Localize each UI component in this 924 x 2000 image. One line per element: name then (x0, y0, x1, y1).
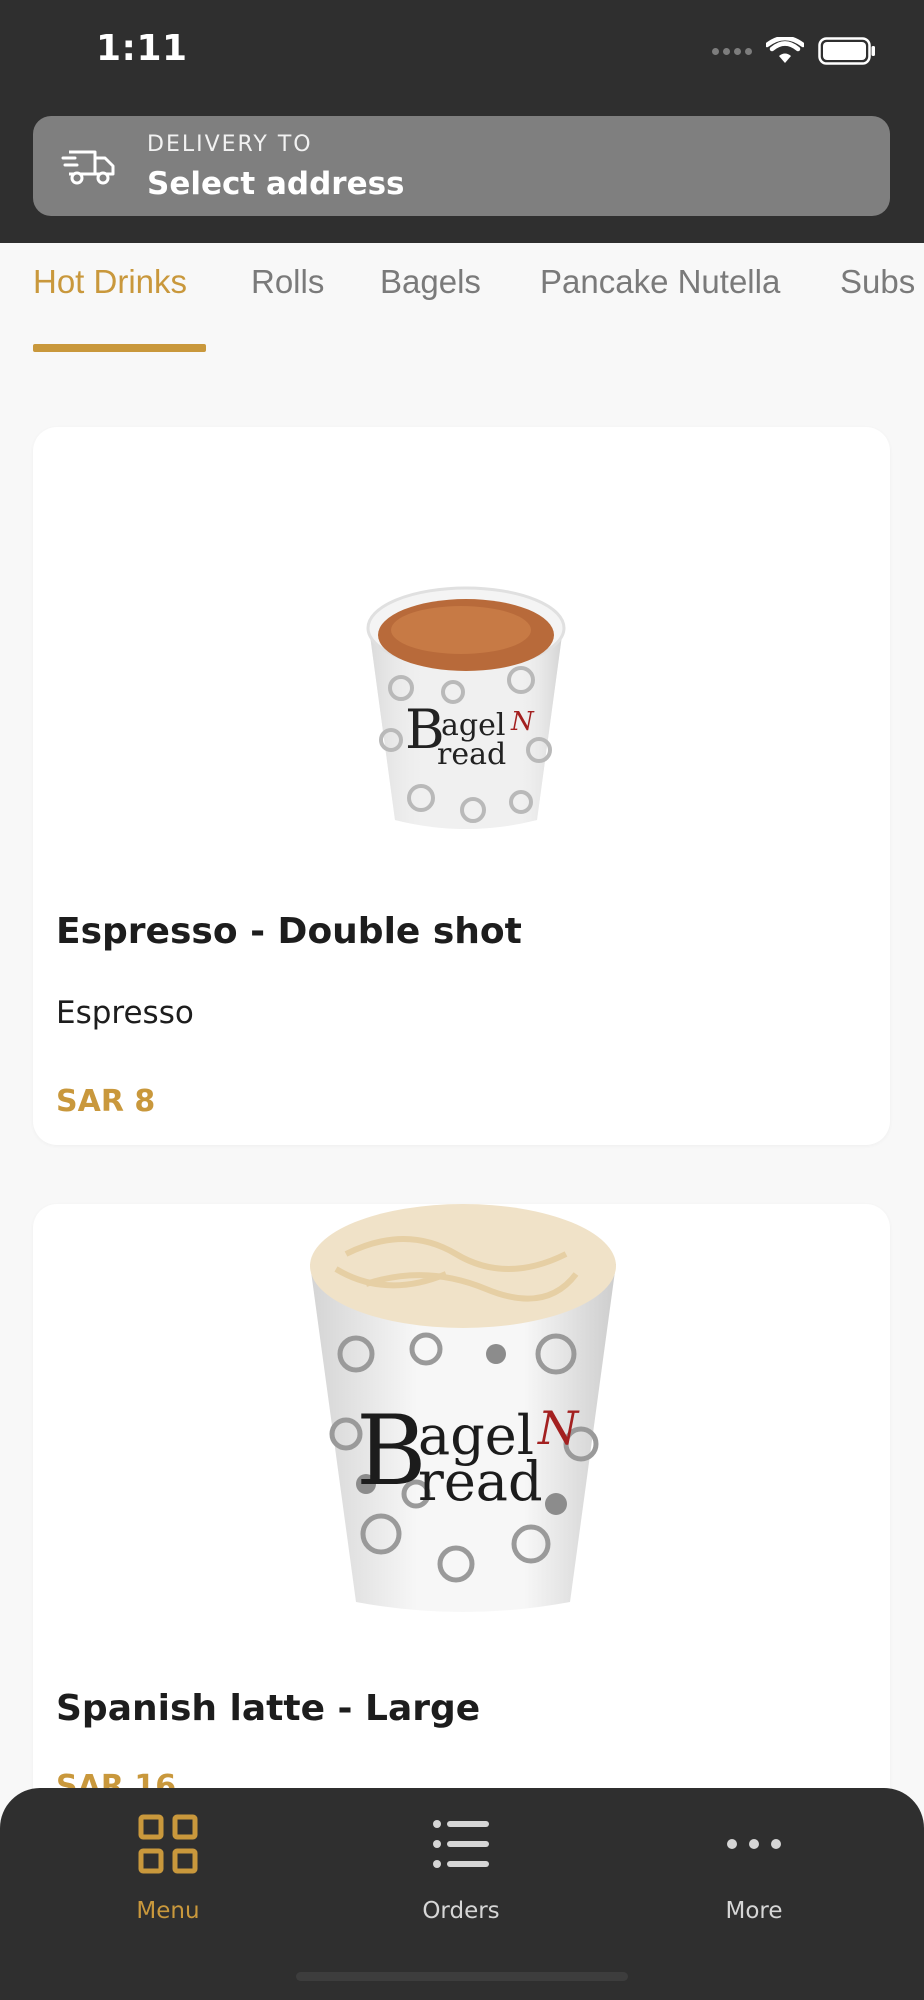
status-icons (712, 34, 876, 68)
truck-icon (61, 150, 115, 185)
svg-text:N: N (510, 707, 535, 737)
status-bar: 1:11 (0, 0, 924, 100)
nav-more[interactable]: More (654, 1788, 854, 1948)
header: 1:11 DELIVERY TO Select address (0, 0, 924, 243)
product-image-espresso: B agel N read (366, 586, 566, 829)
svg-text:read: read (418, 1450, 543, 1513)
tab-bagels[interactable]: Bagels (380, 263, 481, 301)
delivery-label: DELIVERY TO (147, 132, 313, 157)
svg-text:N: N (537, 1401, 580, 1455)
product-card-spanish-latte[interactable]: B agel N read Spanish latte - Large SAR … (33, 1204, 890, 1844)
product-card-espresso[interactable]: B agel N read Espresso - Double shot Esp… (33, 427, 890, 1145)
more-dots-icon (727, 1839, 781, 1849)
battery-icon (818, 37, 875, 65)
status-time: 1:11 (96, 28, 188, 69)
delivery-address-selector[interactable]: DELIVERY TO Select address (33, 116, 890, 216)
svg-text:read: read (437, 737, 506, 772)
home-indicator (296, 1972, 628, 1981)
category-tabs: Hot Drinks Rolls Bagels Pancake Nutella … (0, 243, 924, 353)
list-icon (433, 1820, 489, 1868)
active-tab-indicator (33, 344, 206, 352)
bottom-navigation: Menu Orders More (0, 1788, 924, 2000)
nav-menu-label: Menu (136, 1898, 200, 1924)
product-price: SAR 8 (56, 1084, 156, 1119)
product-description: Espresso (56, 995, 194, 1031)
product-image-spanish-latte: B agel N read (310, 1204, 616, 1612)
delivery-address-value: Select address (147, 166, 405, 202)
cellular-signal-icon (712, 47, 752, 55)
tab-pancake-nutella[interactable]: Pancake Nutella (540, 263, 780, 301)
product-title: Espresso - Double shot (56, 911, 522, 952)
tab-subs[interactable]: Subs (840, 263, 915, 301)
nav-menu[interactable]: Menu (68, 1788, 268, 1948)
tab-hot-drinks[interactable]: Hot Drinks (33, 263, 187, 301)
tab-rolls[interactable]: Rolls (251, 263, 324, 301)
nav-orders[interactable]: Orders (361, 1788, 561, 1948)
nav-more-label: More (725, 1898, 783, 1924)
nav-orders-label: Orders (422, 1898, 500, 1924)
wifi-icon (766, 37, 804, 63)
product-title: Spanish latte - Large (56, 1688, 481, 1729)
grid-icon (138, 1814, 198, 1874)
svg-text:B: B (356, 1395, 427, 1507)
